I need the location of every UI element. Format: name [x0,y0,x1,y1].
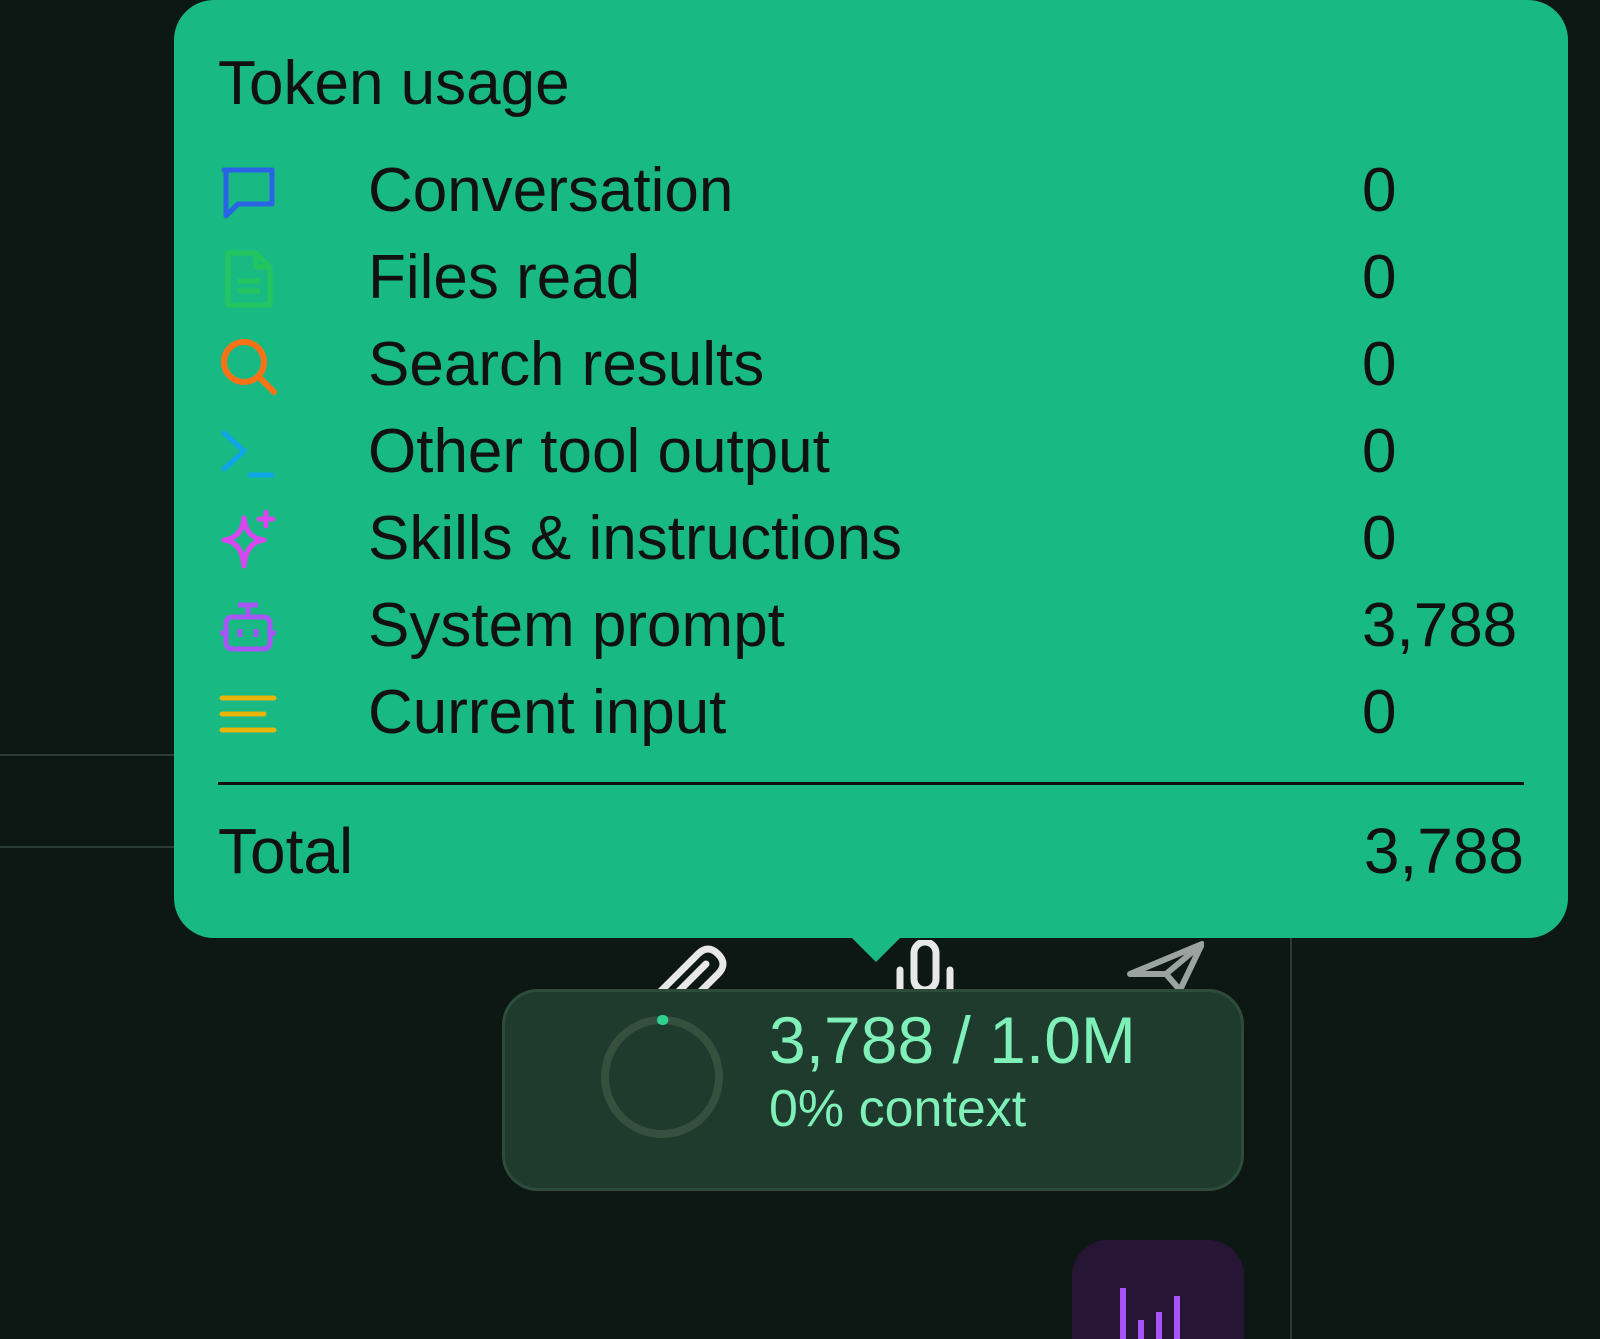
tooltip-divider [218,782,1524,785]
divider-line [0,754,200,756]
usage-row-conversation: Conversation 0 [218,148,1524,234]
usage-row-skills-instructions: Skills & instructions 0 [218,496,1524,582]
usage-row-current-input: Current input 0 [218,670,1524,756]
chart-button[interactable] [1072,1240,1244,1339]
tooltip-arrow [848,934,904,962]
usage-row-system-prompt: System prompt 3,788 [218,583,1524,669]
row-label: Current input [368,678,727,747]
app-stage: 3,788 / 1.0M 0% context Token usage Conv… [0,0,1600,1339]
row-value: 0 [1362,243,1397,312]
usage-row-files-read: Files read 0 [218,235,1524,321]
send-icon[interactable] [1124,940,1204,992]
row-label: System prompt [368,591,785,660]
usage-row-other-tool-output: Other tool output 0 [218,409,1524,495]
row-label: Other tool output [368,417,830,486]
row-label: Search results [368,330,765,399]
token-count: 3,788 / 1.0M [769,1003,1136,1077]
robot-icon [220,602,276,652]
chat-bubble-icon [221,167,275,219]
token-usage-tooltip: Token usage Conversation 0 Files read 0 … [174,0,1568,938]
total-label: Total [218,815,354,887]
divider-line [0,846,200,848]
row-value: 3,788 [1362,591,1518,660]
bar-chart-icon [1120,1288,1180,1339]
row-value: 0 [1362,417,1397,486]
row-value: 0 [1362,678,1397,747]
row-label: Files read [368,243,641,312]
document-icon [225,250,273,308]
terminal-icon [221,430,275,478]
panel-border [1290,935,1292,1339]
sparkle-icon [221,510,276,569]
total-value: 3,788 [1363,815,1524,887]
row-value: 0 [1362,330,1397,399]
usage-row-search-results: Search results 0 [218,322,1524,408]
row-label: Skills & instructions [368,504,903,573]
search-icon [221,339,277,395]
tooltip-title: Token usage [218,49,570,118]
row-label: Conversation [368,156,734,225]
context-ring [600,1015,724,1139]
context-usage-indicator[interactable]: 3,788 / 1.0M 0% context [502,989,1244,1191]
row-value: 0 [1362,504,1397,573]
context-percent: 0% context [769,1080,1027,1138]
lines-icon [219,695,277,733]
paperclip-icon[interactable] [650,940,730,992]
row-value: 0 [1362,156,1397,225]
